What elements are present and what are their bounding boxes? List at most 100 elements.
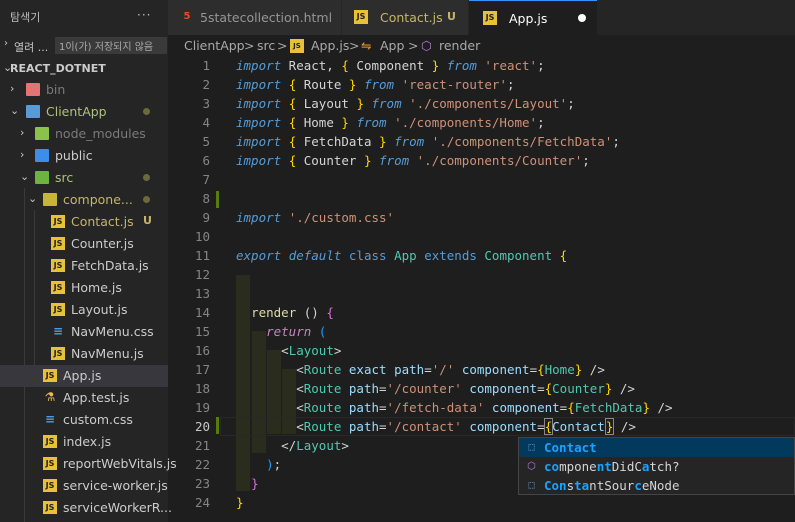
js-icon: JS — [43, 435, 57, 448]
code-line: <Route exact path='/' component={Home} /… — [236, 362, 605, 377]
js-icon: JS — [43, 457, 57, 470]
line-number: 2 — [202, 77, 210, 92]
untracked-badge: U — [143, 214, 152, 227]
line-number: 3 — [202, 96, 210, 111]
suggestion-label: ConstantSourceNode — [544, 478, 680, 493]
tab-label: App.js — [509, 11, 548, 26]
tree-label: App.js — [63, 368, 102, 383]
tab-statecollection[interactable]: 5 5statecollection.html — [168, 0, 341, 35]
modified-dot-icon — [143, 108, 150, 115]
tree-file-reportwebvitals[interactable]: JS reportWebVitals.js — [0, 453, 177, 475]
suggestion-item[interactable]: ⬚ ConstantSourceNode — [519, 476, 794, 495]
modified-gutter-marker — [216, 191, 219, 208]
tab-label: Contact.js — [380, 10, 443, 25]
tree-file-layout[interactable]: JS Layout.js — [0, 299, 168, 321]
tab-contact[interactable]: JS Contact.js U — [342, 0, 468, 35]
tree-folder-public[interactable]: › public — [0, 145, 168, 167]
line-number: 8 — [202, 191, 210, 206]
breadcrumb-item[interactable]: ClientApp — [184, 38, 245, 53]
line-number: 15 — [194, 324, 210, 339]
method-symbol-icon: ⬡ — [421, 38, 432, 53]
code-line: ); — [266, 457, 282, 472]
suggestion-label: Contact — [544, 440, 597, 455]
code-line: </Layout> — [236, 438, 349, 453]
breadcrumb-item[interactable]: render — [439, 38, 480, 53]
line-number: 20 — [194, 419, 210, 434]
tree-file-fetchdata[interactable]: JS FetchData.js — [0, 255, 168, 277]
tree-label: Layout.js — [71, 302, 128, 317]
breadcrumb-separator: > — [408, 38, 419, 53]
css-icon: ≡ — [44, 412, 56, 426]
breadcrumb-item[interactable]: App — [380, 38, 404, 53]
line-number: 23 — [194, 476, 210, 491]
code-line: } — [251, 476, 259, 491]
breadcrumb-item[interactable]: src — [257, 38, 275, 53]
more-actions-icon[interactable]: ··· — [137, 8, 151, 22]
tree-label: FetchData.js — [71, 258, 149, 273]
tree-file-app-test[interactable]: ⚗ App.test.js — [0, 387, 168, 409]
modified-dot-icon — [143, 196, 150, 203]
breadcrumb-item[interactable]: App.js — [311, 38, 349, 53]
tree-file-navmenu-js[interactable]: JS NavMenu.js — [0, 343, 168, 365]
tree-folder-components[interactable]: ⌄ compone... — [0, 189, 168, 211]
tree-file-index[interactable]: JS index.js — [0, 431, 168, 453]
method-icon: ⬡ — [527, 461, 536, 472]
class-symbol-icon: ⇋ — [361, 38, 372, 53]
js-icon: JS — [290, 39, 304, 53]
line-number: 10 — [194, 229, 210, 244]
code-line: <Route path='/fetch-data' component={Fet… — [236, 400, 673, 415]
line-number: 4 — [202, 115, 210, 130]
tree-file-app[interactable]: JS App.js — [0, 365, 168, 387]
tree-folder-bin[interactable]: › bin — [0, 79, 168, 101]
tree-folder-src[interactable]: ⌄ src — [0, 167, 168, 189]
tree-label: public — [55, 148, 93, 163]
js-icon: JS — [51, 237, 65, 250]
tree-label: index.js — [63, 434, 112, 449]
tree-label: Counter.js — [71, 236, 134, 251]
tree-file-contact[interactable]: JS Contact.js U — [0, 211, 168, 233]
project-root[interactable]: ⌄ REACT_DOTNET — [0, 57, 168, 79]
tree-file-serviceworker-registration[interactable]: JS serviceWorkerR... — [0, 497, 172, 519]
chevron-down-icon: ⌄ — [10, 104, 20, 117]
tree-folder-node-modules[interactable]: › node_modules — [0, 123, 168, 145]
js-icon: JS — [51, 347, 65, 360]
line-number: 1 — [202, 58, 210, 73]
js-icon: JS — [51, 281, 65, 294]
tree-label: src — [55, 170, 74, 185]
html5-icon: 5 — [183, 11, 191, 22]
code-line: import { Layout } from './components/Lay… — [236, 96, 575, 111]
line-number: 11 — [194, 248, 210, 263]
open-editors-label: 열려 ... — [14, 41, 49, 54]
tree-file-navmenu-css[interactable]: ≡ NavMenu.css — [0, 321, 168, 343]
line-number: 21 — [194, 438, 210, 453]
unsaved-dot-icon[interactable] — [578, 14, 586, 22]
tree-label: serviceWorkerR... — [63, 500, 172, 515]
line-number: 9 — [202, 210, 210, 225]
js-icon: JS — [43, 479, 57, 492]
chevron-right-icon: › — [10, 82, 15, 95]
symbol-reference-icon: ⬚ — [528, 442, 535, 453]
editor-tabs: 5 5statecollection.html JS Contact.js U … — [168, 0, 795, 35]
tree-file-counter[interactable]: JS Counter.js — [0, 233, 168, 255]
css-icon: ≡ — [52, 324, 64, 338]
tree-label: NavMenu.js — [71, 346, 144, 361]
code-line: } — [236, 495, 244, 510]
suggestion-item[interactable]: ⬚ Contact — [519, 438, 794, 457]
line-number: 7 — [202, 172, 210, 187]
tree-label: service-worker.js — [63, 478, 168, 493]
tree-file-home[interactable]: JS Home.js — [0, 277, 168, 299]
suggestion-match: Contact — [544, 440, 597, 455]
breadcrumb-separator: > — [277, 38, 288, 53]
tab-label: 5statecollection.html — [200, 10, 333, 25]
js-icon: JS — [483, 11, 497, 25]
code-line: export default class App extends Compone… — [236, 248, 568, 263]
tree-file-custom-css[interactable]: ≡ custom.css — [0, 409, 168, 431]
folder-open-icon — [35, 171, 49, 184]
tree-label: App.test.js — [63, 390, 130, 405]
open-editors-section[interactable]: › 열려 ... 1이(가) 저장되지 않음 — [0, 35, 168, 57]
tree-file-service-worker[interactable]: JS service-worker.js — [0, 475, 168, 497]
tab-app[interactable]: JS App.js — [469, 0, 597, 35]
chevron-down-icon: ⌄ — [20, 170, 30, 183]
tree-folder-clientapp[interactable]: ⌄ ClientApp — [0, 101, 168, 123]
suggestion-item[interactable]: ⬡ componentDidCatch? — [519, 457, 794, 476]
